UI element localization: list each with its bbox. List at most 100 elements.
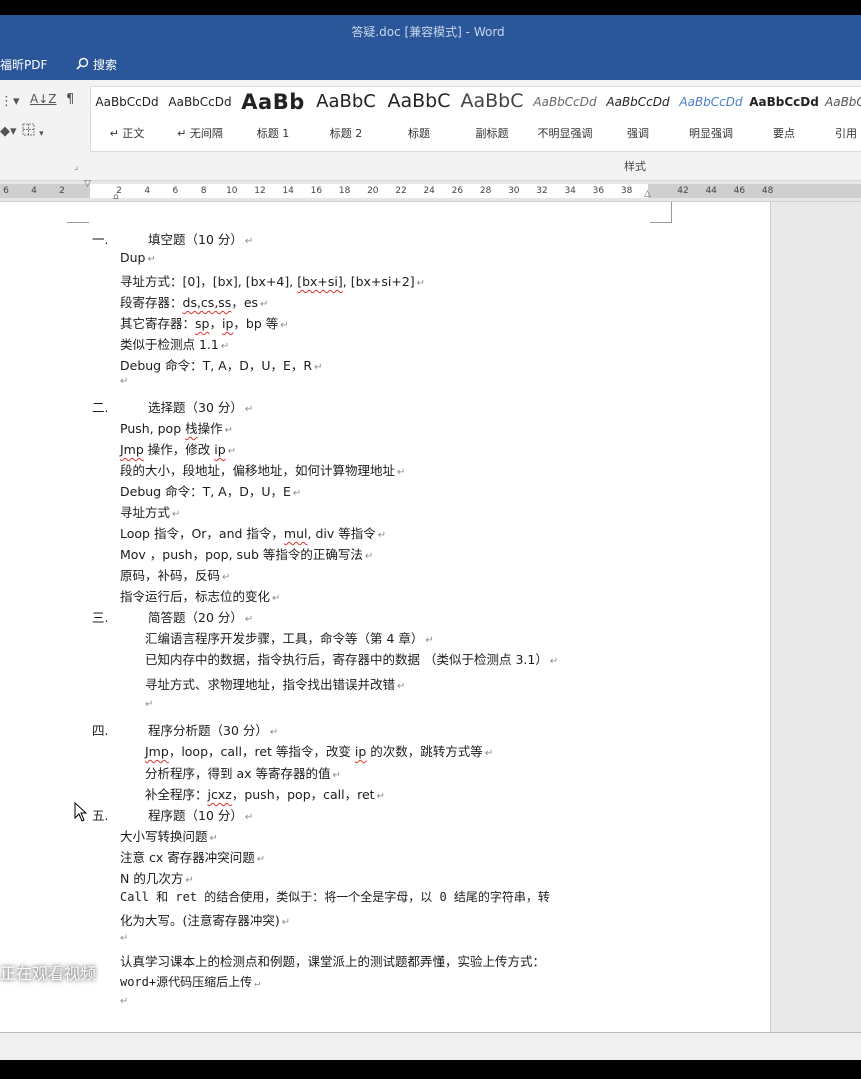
ruler-tick-label: 20	[367, 186, 379, 196]
paragraph-mark: ↵	[145, 699, 154, 710]
doc-text: 补全程序：	[145, 787, 208, 802]
doc-text: 化为大写。(注意寄存器冲突)	[120, 913, 280, 928]
style-quote[interactable]: AaBbC 引用	[821, 87, 861, 149]
style-subtitle[interactable]: AaBbC 副标题	[456, 87, 528, 149]
spellcheck-flagged-text: mul	[283, 526, 308, 541]
style-heading-2[interactable]: AaBbC 标题 2	[310, 87, 382, 149]
paragraph-dialog-launcher-icon[interactable]: ⌟	[74, 162, 78, 172]
doc-text: Debug 命令：T, A，D，U，E	[120, 484, 291, 499]
doc-text: 注意 cx 寄存器冲突问题	[120, 850, 255, 865]
paragraph-mark: ↵	[377, 530, 387, 541]
style-name: 标题	[408, 127, 430, 140]
style-intense-emphasis[interactable]: AaBbCcDd 明显强调	[675, 87, 747, 149]
status-bar	[0, 1032, 861, 1061]
doc-line: 其它寄存器：sp，ip，bp 等 ↵	[120, 313, 289, 332]
title-bar: 答疑.doc [兼容模式] - Word	[0, 15, 861, 47]
style-subtle-emphasis[interactable]: AaBbCcDd 不明显强调	[529, 87, 601, 149]
style-emphasis[interactable]: AaBbCcDd 强调	[602, 87, 674, 149]
style-heading-1[interactable]: AaBb 标题 1	[237, 87, 309, 149]
doc-line: 段的大小，段地址，偏移地址，如何计算物理地址 ↵	[120, 460, 405, 479]
style-sample: AaBbCcDd	[606, 95, 670, 109]
paragraph-mark: ↵	[280, 320, 289, 331]
ruler-tick-label: 14	[282, 186, 294, 196]
style-strong[interactable]: AaBbCcDd 要点	[748, 87, 820, 149]
paragraph-mark: ↵	[332, 770, 341, 781]
tell-me-search[interactable]: 搜索	[76, 56, 117, 73]
doc-text: Loop 指令，Or，and 指令，	[120, 526, 284, 541]
doc-text: 操作，修改	[143, 442, 215, 457]
paragraph-mark: ↵	[220, 341, 230, 352]
styles-group-label: 样式	[624, 160, 646, 173]
doc-text: 的次数，跳转方式等	[366, 744, 483, 759]
shading-dropdown-icon[interactable]: ◆▾	[0, 124, 17, 139]
doc-text: , div 等指令	[307, 526, 376, 541]
ruler-tick-label: 38	[620, 186, 633, 196]
indent-dropdown-icon[interactable]: ⋮▾	[0, 94, 20, 109]
ruler-left-margin	[0, 184, 90, 198]
doc-line: 化为大写。(注意寄存器冲突) ↵	[120, 910, 290, 929]
ruler-tick-label: 48	[761, 186, 774, 196]
doc-line: 类似于检测点 1.1 ↵	[120, 334, 229, 353]
doc-line: Push, pop 栈操作 ↵	[120, 418, 233, 437]
horizontal-ruler[interactable]: 6 4 2 2 4 6 8 10 12 14 16 18 20 22 24 26 28 30 32 34 36 38 42 4…	[0, 179, 861, 202]
style-sample: AaBbC	[460, 90, 524, 112]
paragraph-mark: ↵	[120, 376, 129, 387]
doc-text: N 的几次方	[120, 871, 184, 886]
style-name: 不明显强调	[537, 127, 593, 140]
pilcrow-icon: ¶	[66, 92, 75, 107]
doc-text: 认真学习课本上的检测点和例题，课堂派上的测试题都弄懂，实验上传方式：	[120, 954, 546, 969]
style-name: 明显强调	[689, 127, 733, 140]
section-heading: 一. 填空题（10 分） ↵	[92, 229, 253, 248]
spellcheck-flagged-text: ip	[354, 744, 367, 759]
doc-text: 寻址方式、求物理地址，指令找出错误并改错	[145, 677, 396, 692]
borders-icon	[22, 123, 39, 140]
doc-line: Call 和 ret 的结合使用，类似于：将一个全是字母，以 0 结尾的字符串，…	[120, 888, 550, 905]
ruler-tick-label: 6	[172, 186, 179, 196]
doc-line: Debug 命令：T, A，D，U，E，R ↵	[120, 355, 322, 374]
doc-text: word+源代码压缩后上传	[120, 975, 253, 989]
spellcheck-flagged-text: [bx+si]	[297, 274, 343, 289]
doc-text: Push, pop	[120, 421, 186, 436]
doc-line: word+源代码压缩后上传 ↵	[120, 973, 260, 990]
doc-line: 分析程序，得到 ax 等寄存器的值 ↵	[145, 763, 341, 782]
section-title: 程序分析题（30 分）	[148, 723, 268, 738]
doc-line: Debug 命令：T, A，D，U，E ↵	[120, 481, 301, 500]
doc-text: 指令运行后，标志位的变化	[120, 589, 271, 604]
first-line-indent-marker[interactable]: ▽	[84, 179, 91, 189]
ruler-tick-label: 12	[254, 186, 266, 196]
borders-button[interactable]: ▾	[22, 123, 44, 140]
sort-button[interactable]: A↓Z	[30, 92, 56, 106]
paragraph-mark: ↵	[269, 727, 279, 738]
ruler-tick-label: 2	[59, 186, 65, 196]
doc-line: Mov ，push，pop, sub 等指令的正确写法 ↵	[120, 544, 373, 563]
paragraph-mark: ↵	[260, 299, 269, 310]
tab-foxit-pdf[interactable]: 福昕PDF	[0, 56, 47, 73]
right-indent-marker[interactable]: △	[644, 189, 651, 199]
style-title[interactable]: AaBbC 标题	[383, 87, 455, 149]
paragraph-mark: ↵	[244, 236, 254, 247]
doc-line: 寻址方式 ↵	[120, 502, 180, 521]
document-page[interactable]: 一. 填空题（10 分） ↵ Dup ↵ 寻址方式：[0]，[bx], [bx+4],…	[0, 202, 771, 1032]
section-heading: 五. 程序题（10 分） ↵	[92, 805, 253, 824]
doc-text: Call 和 ret 的结合使用，类似于：将一个全是字母，以 0 结尾的字符串，…	[120, 890, 550, 904]
doc-line: Loop 指令，Or，and 指令，mul, div 等指令 ↵	[120, 523, 386, 542]
doc-text: 段的大小，段地址，偏移地址，如何计算物理地址	[120, 463, 396, 478]
show-marks-button[interactable]: ¶	[66, 92, 74, 107]
screen-border	[0, 1060, 861, 1079]
window-title: 答疑.doc [兼容模式] - Word	[351, 24, 505, 39]
doc-line: 补全程序：jcxz，push，pop，call，ret ↵	[145, 784, 385, 803]
doc-line: 已知内存中的数据，指令执行后，寄存器中的数据 （类似于检测点 3.1） ↵	[145, 649, 558, 668]
ruler-tick-label: 34	[564, 186, 576, 196]
ribbon-tab-row: 福昕PDF 搜索	[0, 47, 861, 80]
style-sample: AaBbCcDd	[679, 95, 743, 109]
doc-text: ，push，pop，call，ret	[231, 787, 375, 802]
style-no-spacing[interactable]: AaBbCcDd ↵ 无间隔	[164, 87, 236, 149]
section-number: 一.	[92, 232, 109, 247]
left-indent-marker[interactable]: ⌂	[113, 192, 119, 202]
spellcheck-flagged-text: sp	[195, 316, 210, 331]
crop-mark	[67, 222, 89, 223]
sort-icon: A↓Z	[30, 92, 57, 106]
paragraph-mark: ↵	[364, 551, 374, 562]
style-normal[interactable]: AaBbCcDd ↵ 正文	[91, 87, 163, 149]
paragraph-mark: ↵	[224, 425, 234, 436]
